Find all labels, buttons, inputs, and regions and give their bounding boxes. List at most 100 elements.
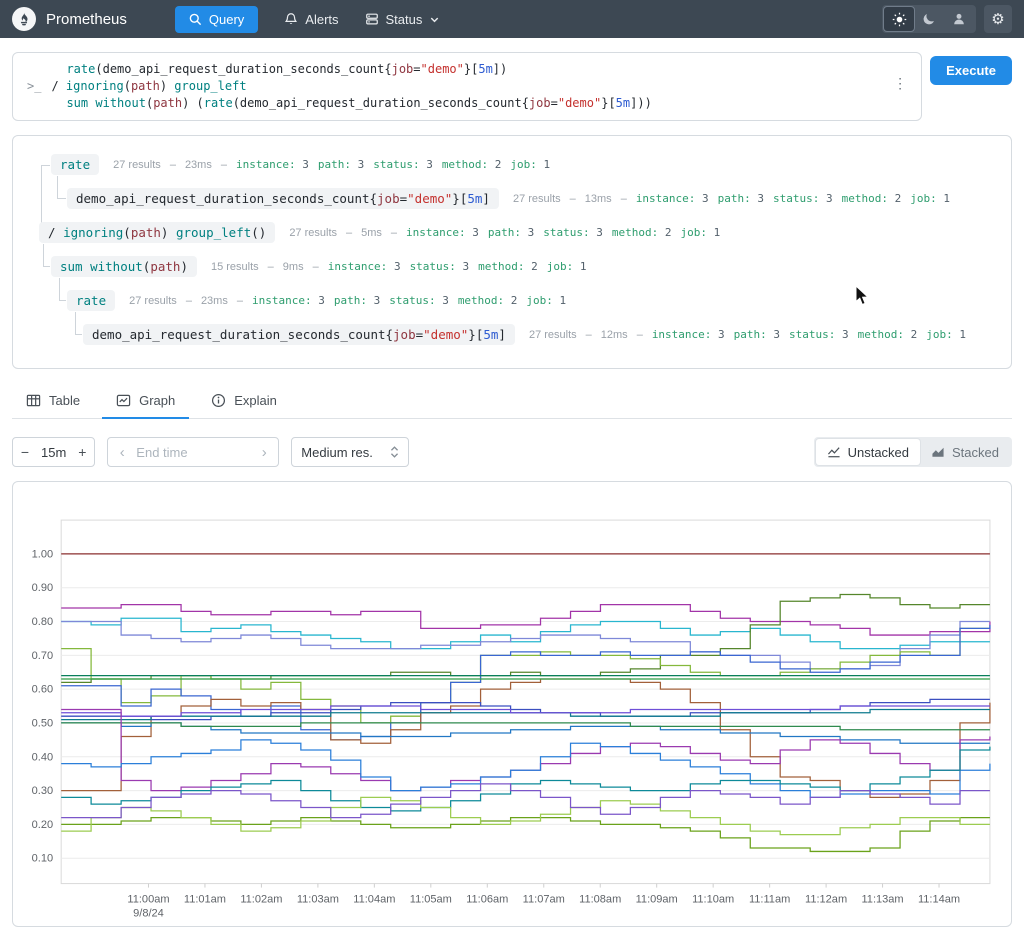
moon-icon [923,14,934,25]
code-line[interactable]: rate(demo_api_request_duration_seconds_c… [51,61,885,78]
label-cardinality: status: 3 [373,158,433,171]
svg-text:11:09am: 11:09am [636,894,678,906]
code-token: ] [482,191,490,206]
code-token: { [369,191,378,206]
unstacked-option[interactable]: Unstacked [815,439,921,465]
execute-button[interactable]: Execute [930,56,1012,85]
end-time-input[interactable] [136,444,251,460]
code-token: rate [76,293,107,308]
svg-text:11:11am: 11:11am [749,894,790,906]
time-back-button[interactable]: ‹ [108,444,136,461]
label-cardinality: instance: 3 [327,260,401,273]
graph-controls: − 15m + ‹ › Medium res. Unstacked Stacke… [12,437,1012,467]
result-tabs: Table Graph Explain [12,385,1012,419]
label-cardinality: instance: 3 [651,328,725,341]
label-cardinality: path: 3 [717,192,765,205]
code-token: "demo" [557,96,602,110]
code-line[interactable]: / ignoring(path) group_left [51,78,885,95]
label-cardinality: method: 2 [857,328,918,341]
svg-text:0.10: 0.10 [32,853,53,865]
series-line [61,708,991,792]
tree-node[interactable]: demo_api_request_duration_seconds_count{… [67,188,499,209]
stat-text: – [220,158,227,171]
stat-text: 27 results [113,158,161,171]
svg-text:11:10am: 11:10am [692,894,734,906]
nav-alerts-button[interactable]: Alerts [284,12,339,27]
code-token: without [95,96,146,110]
tree-node[interactable]: / ignoring(path) group_left() [39,222,276,243]
tab-table[interactable]: Table [12,385,94,418]
gear-icon: ⚙ [991,11,1005,28]
bell-icon [285,13,298,24]
code-token: path [150,259,181,274]
theme-system-button[interactable] [944,7,974,31]
label-cardinality: status: 3 [543,226,603,239]
stat-text: – [236,294,243,307]
theme-dark-button[interactable] [914,7,944,31]
code-token: = [550,96,558,110]
label-cardinality: status: 3 [789,328,849,341]
svg-text:11:12am: 11:12am [805,894,847,906]
tree-node[interactable]: rate [51,154,100,175]
code-token: group_left [175,225,252,240]
svg-text:11:02am: 11:02am [240,894,282,906]
range-value[interactable]: 15m [37,445,70,460]
time-series-chart[interactable]: 1.00 0.90 0.80 0.70 0.60 0.50 0.40 0.30 0.20 0.10… [19,496,1005,922]
graph-panel: 1.00 0.90 0.80 0.70 0.60 0.50 0.40 0.30 0.20 0.10… [12,481,1012,927]
info-icon [212,393,226,408]
query-tree-panel: rate 27 results –23ms – instance: 3 path: 3st… [12,135,1012,369]
node-stats: 27 results –12ms – instance: 3 path: 3 status… [529,328,966,341]
code-token: demo_api_request_duration_seconds_count [102,62,385,76]
label-cardinality: method: 2 [441,158,502,171]
code-token: { [384,62,392,76]
code-token: demo_api_request_duration_seconds_count [76,191,370,206]
theme-light-button[interactable] [883,6,915,32]
brand[interactable]: Prometheus [12,7,127,31]
promql-expression[interactable]: rate(demo_api_request_duration_seconds_c… [51,61,885,112]
tree-node[interactable]: demo_api_request_duration_seconds_count{… [83,324,515,345]
code-token: 5m [478,62,493,76]
range-increase-button[interactable]: + [70,444,95,460]
svg-text:0.70: 0.70 [32,650,53,662]
code-token: 5m [483,327,499,342]
tab-graph[interactable]: Graph [102,385,190,419]
svg-text:11:00am: 11:00am [127,894,169,906]
range-decrease-button[interactable]: − [13,444,37,460]
top-navbar: Prometheus Query Alerts Status ⚙ [0,0,1024,38]
stacked-option[interactable]: Stacked [920,439,1010,465]
series-line [61,746,991,812]
resolution-select[interactable]: Medium res. [291,437,410,467]
label-cardinality: instance: 3 [251,294,325,307]
code-token: )) [637,96,652,110]
editor-menu-button[interactable]: ⋮ [885,61,911,112]
svg-text:11:06am: 11:06am [466,894,508,906]
range-input-group: − 15m + [12,437,96,467]
code-token: } [468,327,476,342]
label-cardinality: method: 2 [841,192,902,205]
settings-button[interactable]: ⚙ [984,5,1012,33]
stat-text: 23ms [200,294,228,307]
terminal-prompt-icon: >_ [27,79,42,93]
label-cardinality: method: 2 [611,226,672,239]
code-token: ( [95,62,103,76]
node-stats: 27 results –5ms – instance: 3 path: 3 status:… [289,226,720,239]
nav-status-menu[interactable]: Status [365,12,441,27]
stat-text: – [185,294,192,307]
area-chart-icon [932,447,944,457]
prometheus-logo-icon [12,7,36,31]
nav-query-button[interactable]: Query [174,5,259,33]
tree-node[interactable]: rate [67,290,116,311]
tab-explain[interactable]: Explain [197,385,291,418]
label-cardinality: method: 2 [457,294,518,307]
tree-node[interactable]: sum without(path) [51,256,197,277]
code-token: sum [60,259,83,274]
node-stats: 27 results –23ms – instance: 3 path: 3 status… [129,294,566,307]
svg-text:11:07am: 11:07am [523,894,565,906]
series-line [61,739,991,798]
time-forward-button[interactable]: › [250,444,278,461]
promql-editor[interactable]: >_ rate(demo_api_request_duration_second… [12,52,923,121]
label-cardinality: status: 3 [773,192,833,205]
code-line[interactable]: sum without(path) (rate(demo_api_request… [51,95,885,112]
label-cardinality: path: 3 [487,226,535,239]
label-cardinality: method: 2 [478,260,538,273]
